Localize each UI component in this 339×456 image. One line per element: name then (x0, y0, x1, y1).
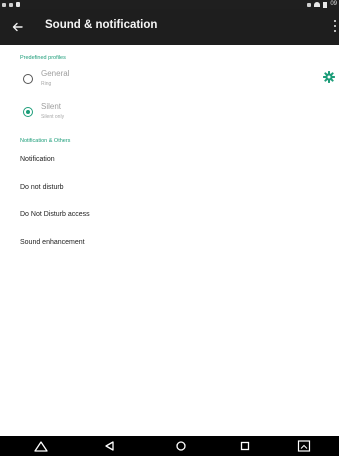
profile-general-radio[interactable] (23, 74, 33, 84)
system-nav-bar (0, 436, 339, 456)
status-bar-right: 09 (307, 0, 337, 9)
profile-general-row[interactable]: General Ring (0, 66, 339, 96)
battery-icon (323, 1, 328, 8)
nav-back-button[interactable] (95, 436, 125, 456)
screenshot-icon (297, 440, 311, 452)
notification-icon (2, 2, 6, 7)
profile-settings-button[interactable] (322, 70, 336, 84)
more-vert-icon-dot (334, 25, 336, 27)
wifi-icon (314, 2, 321, 7)
home-circle-icon (176, 441, 186, 451)
triangle-up-icon (34, 441, 48, 452)
back-triangle-icon (105, 441, 114, 451)
nav-screenshot-button[interactable] (289, 436, 319, 456)
more-vert-icon-dot (334, 30, 336, 32)
status-bar-left (2, 0, 20, 9)
nav-recents-button[interactable] (230, 436, 260, 456)
profile-general-title: General (41, 69, 70, 78)
more-vert-icon (334, 20, 336, 22)
arrow-back-icon (12, 22, 23, 32)
nav-up-button[interactable] (26, 436, 56, 456)
notification-icon (9, 2, 13, 7)
profile-general-subtitle: Ring (41, 81, 52, 87)
profile-silent-radio[interactable] (23, 107, 33, 117)
profile-silent-title: Silent (41, 102, 62, 111)
alarm-icon (307, 2, 312, 7)
status-bar: 09 (0, 0, 339, 9)
nav-home-button[interactable] (166, 436, 196, 456)
profile-silent-row[interactable]: Silent Silent only (0, 99, 339, 129)
gear-icon (323, 71, 335, 83)
profile-silent-subtitle: Silent only (41, 114, 65, 120)
app-toolbar: Sound & notification (0, 9, 339, 45)
recents-square-icon (240, 441, 250, 451)
lock-icon (16, 2, 20, 7)
menu-item-do-not-disturb-access[interactable]: Do Not Disturb access (20, 211, 90, 218)
menu-item-notification[interactable]: Notification (20, 156, 55, 163)
page-title: Sound & notification (45, 19, 158, 31)
status-bar-time: 09 (330, 1, 337, 7)
menu-item-sound-enhancement[interactable]: Sound enhancement (20, 239, 85, 246)
back-button[interactable] (6, 15, 30, 39)
section-header-predefined-profiles: Predefined profiles (20, 55, 66, 61)
overflow-menu-button[interactable] (331, 17, 339, 37)
menu-item-do-not-disturb[interactable]: Do not disturb (20, 184, 64, 191)
section-header-notification-others: Notification & Others (20, 138, 71, 144)
